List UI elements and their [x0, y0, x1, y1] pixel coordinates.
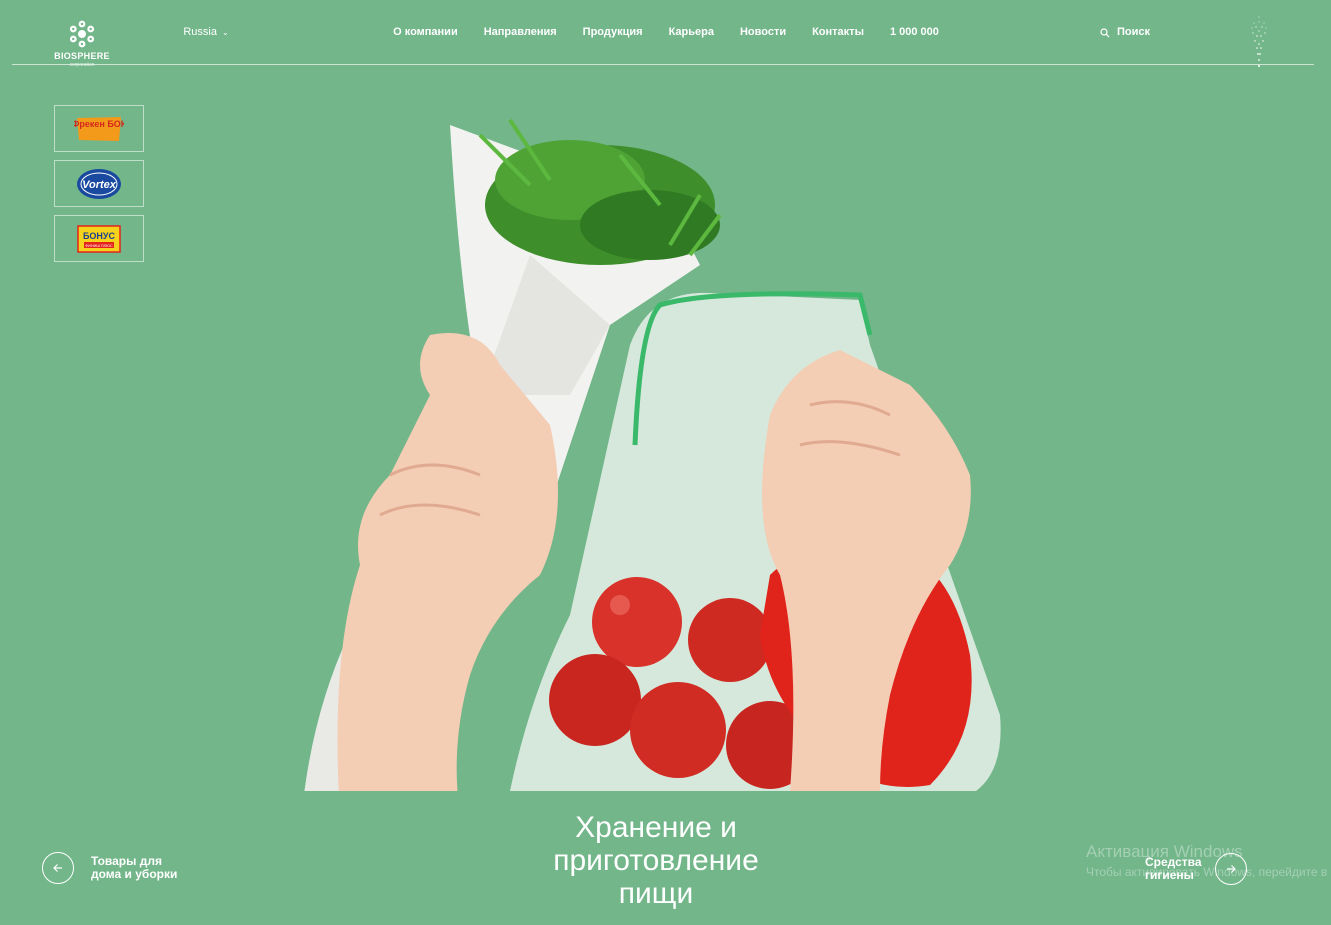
watermark-line2: Чтобы активировать Windows, перейдите в …: [1086, 865, 1331, 879]
current-slide-title: Хранение и приготовление пищи: [553, 811, 759, 910]
main-nav: О компании Направления Продукция Карьера…: [334, 8, 998, 82]
search-icon: [1100, 28, 1110, 38]
fountain-icon[interactable]: [1206, 8, 1312, 78]
region-selector[interactable]: Russia ⌄: [152, 10, 260, 78]
prev-slide-label: Товары для дома и уборки: [91, 854, 178, 881]
snowflake-logo-icon: [69, 20, 95, 47]
nav-item-products[interactable]: Продукция: [583, 26, 643, 82]
logo-subtitle: corporation: [69, 61, 95, 68]
left-hand: [337, 333, 558, 791]
brand-name-bonus: БОНУС: [83, 231, 116, 241]
nav-item-directions[interactable]: Направления: [484, 26, 557, 82]
freken-bok-logo: Фрекен БОК: [74, 116, 124, 141]
brand-name-freken-bok: Фрекен БОК: [74, 119, 124, 129]
nav-item-news[interactable]: Новости: [740, 26, 786, 82]
nav-item-career[interactable]: Карьера: [669, 26, 714, 82]
prev-slide-link[interactable]: Товары для дома и уборки: [42, 839, 208, 897]
nav-item-million[interactable]: 1 000 000: [890, 26, 939, 82]
arrow-left-icon: [42, 852, 74, 884]
brand-logos-panel: Фрекен БОК Vortex БОНУС ФИНИШ ПЛЮС: [18, 99, 210, 333]
brand-logo-vortex[interactable]: Vortex: [54, 160, 144, 207]
chevron-down-icon: ⌄: [221, 28, 229, 37]
brand-logo-freken-bok[interactable]: Фрекен БОК: [54, 105, 144, 152]
site-header: BIOSPHERE corporation Russia ⌄ О компани…: [12, 4, 1314, 86]
bonus-logo: БОНУС ФИНИШ ПЛЮС: [77, 224, 121, 253]
region-label: Russia: [183, 26, 217, 38]
dill-bunch: [478, 118, 722, 265]
biosphere-logo[interactable]: BIOSPHERE corporation: [26, 6, 138, 80]
watermark-line1: Активация Windows: [1086, 842, 1243, 861]
brand-name-vortex: Vortex: [82, 179, 117, 191]
nav-item-about[interactable]: О компании: [393, 26, 458, 82]
windows-activation-watermark: Активация Windows Чтобы активировать Win…: [1086, 842, 1331, 879]
search-label: Поиск: [1116, 26, 1150, 38]
brand-logo-bonus[interactable]: БОНУС ФИНИШ ПЛЮС: [54, 215, 144, 262]
hero-section: Фрекен БОК Vortex БОНУС ФИНИШ ПЛЮС: [10, 95, 1308, 791]
logo-name: BIOSPHERE: [54, 50, 110, 61]
search-button[interactable]: Поиск: [1060, 10, 1190, 78]
nav-item-contacts[interactable]: Контакты: [812, 26, 864, 82]
brand-sub-bonus: ФИНИШ ПЛЮС: [85, 244, 113, 248]
vortex-logo: Vortex: [77, 168, 121, 199]
